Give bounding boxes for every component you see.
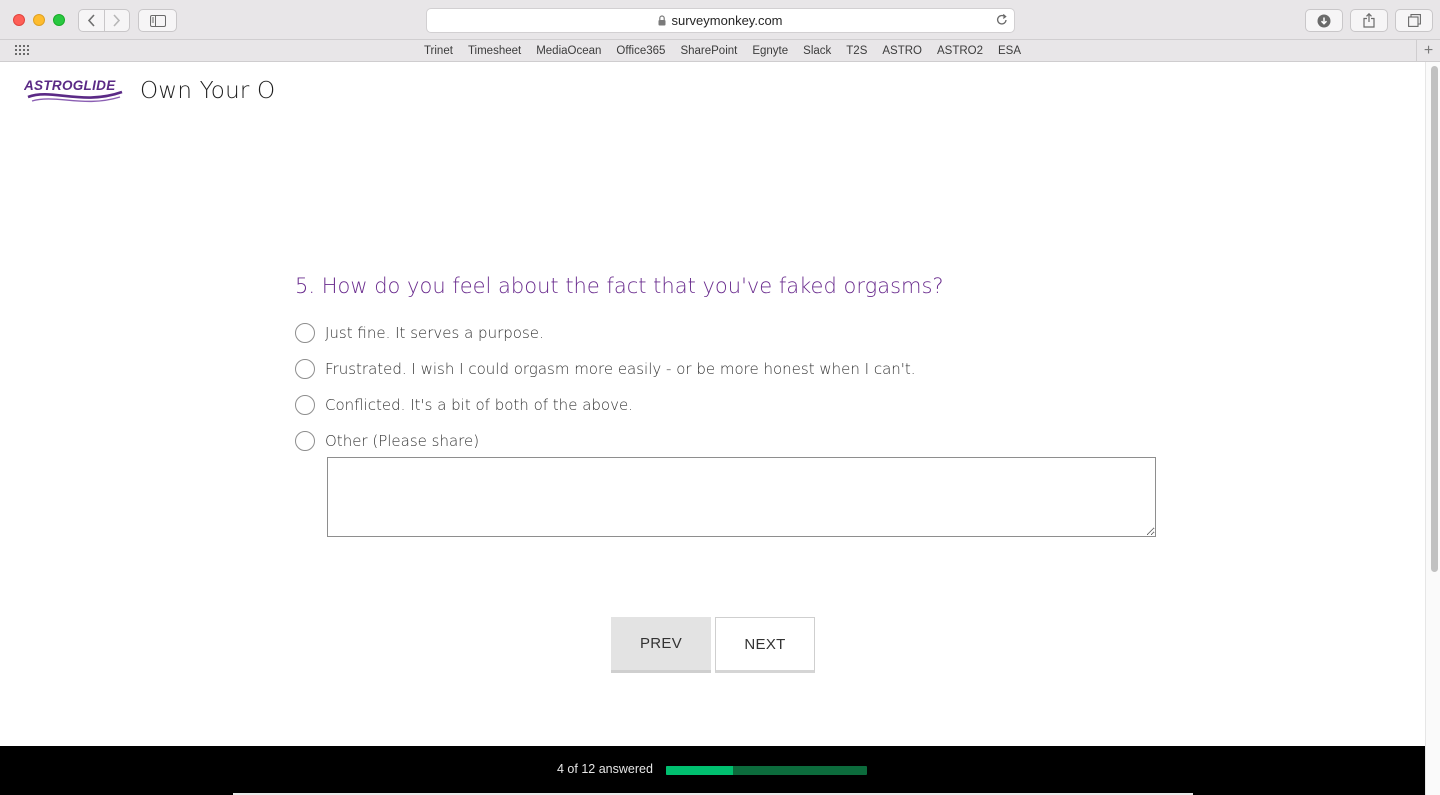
url-text: surveymonkey.com xyxy=(671,13,783,28)
share-button[interactable] xyxy=(1350,9,1388,32)
bookmark-item[interactable]: Timesheet xyxy=(460,45,528,57)
radio-button[interactable] xyxy=(295,323,315,343)
progress-text: 4 of 12 answered xyxy=(557,762,653,776)
bookmark-item[interactable]: MediaOcean xyxy=(529,45,609,57)
chevron-left-icon xyxy=(87,14,95,27)
bookmark-item[interactable]: ASTRO2 xyxy=(930,45,991,57)
new-tab-plus-icon[interactable]: + xyxy=(1416,40,1440,62)
choice-label: Conflicted. It's a bit of both of the ab… xyxy=(325,396,633,414)
prev-button[interactable]: PREV xyxy=(611,617,711,673)
reload-icon[interactable] xyxy=(996,13,1008,29)
survey-title: Own Your O xyxy=(140,78,276,104)
forward-button[interactable] xyxy=(103,10,130,31)
share-icon xyxy=(1363,13,1375,28)
scrollbar-thumb[interactable] xyxy=(1431,66,1438,572)
other-comment-field[interactable] xyxy=(327,457,1156,537)
page-scrollbar[interactable] xyxy=(1425,62,1440,795)
downloads-button[interactable] xyxy=(1305,9,1343,32)
radio-button[interactable] xyxy=(295,431,315,451)
tab-overview-button[interactable] xyxy=(1395,9,1433,32)
progress-footer: 4 of 12 answered xyxy=(0,746,1425,795)
sidebar-toggle-button[interactable] xyxy=(138,9,177,32)
radio-button[interactable] xyxy=(295,359,315,379)
answer-choices: Just fine. It serves a purpose. Frustrat… xyxy=(295,315,916,459)
sidebar-icon xyxy=(149,14,166,27)
bookmark-item[interactable]: ESA xyxy=(991,45,1029,57)
lock-icon xyxy=(658,15,666,26)
choice-label: Frustrated. I wish I could orgasm more e… xyxy=(325,360,916,378)
choice-other[interactable]: Other (Please share) xyxy=(295,423,916,459)
progress-bar xyxy=(666,766,867,775)
choice-just-fine[interactable]: Just fine. It serves a purpose. xyxy=(295,315,916,351)
bookmark-item[interactable]: Slack xyxy=(796,45,839,57)
back-button[interactable] xyxy=(79,10,104,31)
bookmark-item[interactable]: ASTRO xyxy=(875,45,930,57)
bookmark-item[interactable]: SharePoint xyxy=(673,45,745,57)
download-icon xyxy=(1317,14,1331,27)
browser-toolbar: surveymonkey.com xyxy=(0,0,1440,40)
bookmark-list: Trinet Timesheet MediaOcean Office365 Sh… xyxy=(0,40,1440,62)
choice-conflicted[interactable]: Conflicted. It's a bit of both of the ab… xyxy=(295,387,916,423)
choice-frustrated[interactable]: Frustrated. I wish I could orgasm more e… xyxy=(295,351,916,387)
bookmark-item[interactable]: T2S xyxy=(839,45,875,57)
chevron-right-icon xyxy=(113,14,121,27)
next-button[interactable]: NEXT xyxy=(715,617,815,673)
history-nav xyxy=(78,9,130,32)
zoom-window-button[interactable] xyxy=(53,14,65,26)
minimize-window-button[interactable] xyxy=(33,14,45,26)
bookmark-item[interactable]: Office365 xyxy=(609,45,673,57)
close-window-button[interactable] xyxy=(13,14,25,26)
bookmarks-bar: Trinet Timesheet MediaOcean Office365 Sh… xyxy=(0,40,1440,62)
question-title: 5. How do you feel about the fact that y… xyxy=(295,274,944,298)
bookmark-item[interactable]: Trinet xyxy=(416,45,460,57)
tabs-icon xyxy=(1407,14,1421,27)
progress-bar-fill xyxy=(666,766,733,775)
astroglide-logo: ASTROGLIDE xyxy=(24,78,123,103)
radio-button[interactable] xyxy=(295,395,315,415)
survey-page: ASTROGLIDE Own Your O 5. How do you feel… xyxy=(0,62,1425,746)
svg-text:ASTROGLIDE: ASTROGLIDE xyxy=(24,78,116,93)
bookmark-item[interactable]: Egnyte xyxy=(745,45,796,57)
choice-label: Just fine. It serves a purpose. xyxy=(325,324,544,342)
address-bar[interactable]: surveymonkey.com xyxy=(426,8,1015,33)
choice-label: Other (Please share) xyxy=(325,432,480,450)
